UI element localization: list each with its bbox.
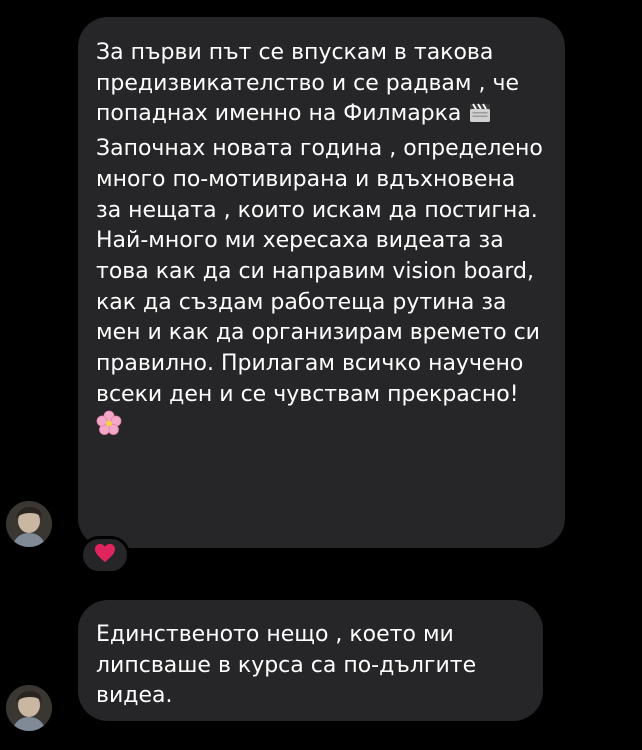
sender-avatar-2[interactable] [6, 685, 52, 731]
heart-icon [94, 543, 116, 567]
sender-avatar[interactable] [6, 501, 52, 547]
message-text-continued: Започнах новата година , определено мног… [96, 136, 543, 407]
message-bubble[interactable]: За първи път се впускам в такова предизв… [78, 17, 565, 548]
message-bubble-2[interactable]: Единственото нещо , което ми липсваше в … [78, 600, 543, 721]
clapper-board-icon [468, 100, 492, 134]
reaction-badge[interactable] [80, 536, 130, 574]
message-text-2: Единственото нещо , което ми липсваше в … [96, 622, 477, 709]
message-text: За първи път се впускам в такова предизв… [96, 40, 519, 127]
cherry-blossom-icon [96, 410, 122, 446]
